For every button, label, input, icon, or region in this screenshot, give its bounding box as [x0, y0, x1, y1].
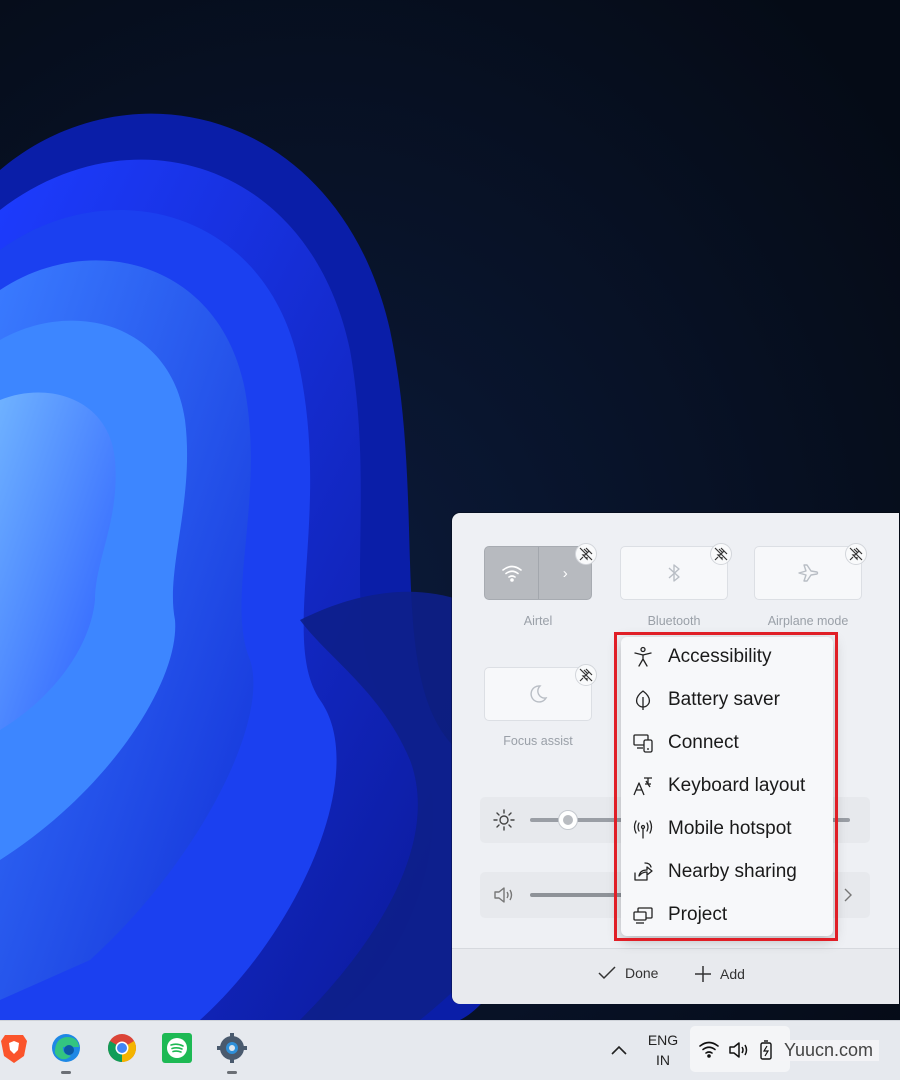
bluetooth-tile-label: Bluetooth: [647, 614, 701, 628]
wifi-toggle[interactable]: [485, 547, 538, 599]
add-label: Add: [720, 966, 745, 982]
focus-assist-tile-label: Focus assist: [503, 734, 573, 748]
running-indicator: [227, 1071, 237, 1074]
taskbar-app-edge[interactable]: [48, 1030, 84, 1074]
language-code: ENG: [647, 1032, 679, 1048]
done-label: Done: [625, 965, 659, 981]
taskbar-app-spotify[interactable]: [159, 1030, 195, 1066]
bluetooth-icon: [668, 564, 680, 582]
system-tray-network-volume-battery[interactable]: [690, 1026, 790, 1072]
settings-gear-icon: [217, 1033, 247, 1063]
wifi-icon: [699, 1041, 719, 1058]
spotify-icon: [162, 1033, 192, 1063]
running-indicator: [61, 1071, 71, 1074]
quick-settings-edit-bar: Done Add: [452, 948, 899, 1004]
show-hidden-icons-chevron-icon[interactable]: [606, 1040, 632, 1060]
red-highlight-box: [614, 632, 838, 941]
done-button[interactable]: Done: [597, 965, 658, 981]
unpin-bluetooth-button[interactable]: [710, 543, 732, 565]
battery-charging-icon: [760, 1040, 772, 1060]
wifi-tile-label: Airtel: [523, 614, 553, 628]
brave-icon: [1, 1035, 27, 1063]
volume-icon: [729, 1042, 748, 1058]
unpin-airplane-button[interactable]: [845, 543, 867, 565]
edge-icon: [52, 1034, 80, 1062]
unpin-icon: [579, 668, 593, 682]
add-button[interactable]: Add: [694, 965, 745, 983]
taskbar-app-brave[interactable]: [0, 1030, 32, 1066]
checkmark-icon: [598, 966, 616, 980]
unpin-wifi-button[interactable]: [575, 543, 597, 565]
chrome-icon: [108, 1034, 136, 1062]
unpin-focus-assist-button[interactable]: [575, 664, 597, 686]
taskbar-app-settings[interactable]: [214, 1030, 250, 1074]
plus-icon: [695, 966, 711, 982]
brightness-slider-thumb[interactable]: [558, 810, 579, 830]
brightness-sun-icon: [493, 809, 515, 831]
speaker-icon[interactable]: [493, 885, 515, 905]
unpin-icon: [849, 547, 863, 561]
taskbar-app-chrome[interactable]: [104, 1030, 140, 1066]
moon-icon: [530, 685, 548, 703]
language-region: IN: [656, 1052, 670, 1068]
unpin-icon: [579, 547, 593, 561]
unpin-icon: [714, 547, 728, 561]
input-language-indicator[interactable]: ENG IN: [640, 1030, 686, 1070]
wifi-icon: [501, 565, 522, 582]
airplane-mode-tile-label: Airplane mode: [767, 614, 849, 628]
watermark-text: Yuucn.com: [778, 1040, 880, 1061]
chevron-right-icon: ›: [562, 564, 568, 582]
audio-output-chevron-icon[interactable]: [842, 885, 854, 905]
airplane-icon: [798, 564, 819, 582]
